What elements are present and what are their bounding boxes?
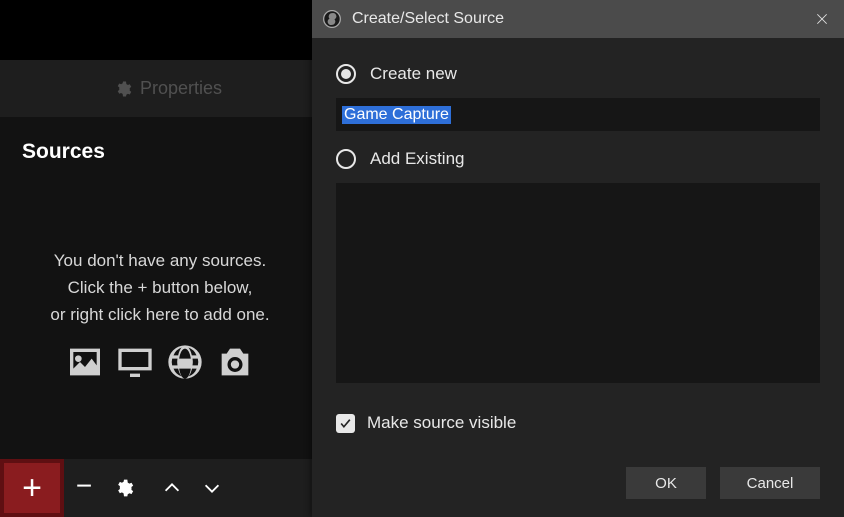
camera-icon	[213, 342, 257, 382]
radio-icon	[336, 149, 356, 169]
cancel-button[interactable]: Cancel	[720, 467, 820, 499]
radio-icon	[336, 64, 356, 84]
make-visible-checkbox[interactable]: Make source visible	[336, 413, 820, 433]
create-select-source-dialog: Create/Select Source Create new Game Cap…	[312, 0, 844, 517]
close-button[interactable]	[800, 0, 844, 38]
source-name-value: Game Capture	[342, 106, 451, 124]
properties-label: Properties	[140, 78, 222, 99]
remove-source-button[interactable]: −	[64, 459, 104, 517]
dialog-titlebar: Create/Select Source	[312, 0, 844, 38]
add-source-button[interactable]: +	[0, 459, 64, 517]
monitor-icon	[113, 342, 157, 382]
chevron-up-icon	[161, 477, 183, 499]
create-new-radio[interactable]: Create new	[336, 64, 820, 84]
source-name-input[interactable]: Game Capture	[336, 98, 820, 131]
sources-title: Sources	[22, 140, 105, 164]
add-existing-radio[interactable]: Add Existing	[336, 149, 820, 169]
gear-icon	[114, 478, 134, 498]
empty-line: Click the + button below,	[0, 274, 320, 301]
existing-sources-list[interactable]	[336, 183, 820, 383]
gear-icon	[114, 80, 132, 98]
close-icon	[815, 12, 829, 26]
ok-button[interactable]: OK	[626, 467, 706, 499]
create-new-label: Create new	[370, 64, 457, 84]
obs-icon	[322, 9, 342, 29]
dialog-title: Create/Select Source	[352, 10, 504, 28]
source-settings-button[interactable]	[104, 459, 144, 517]
add-existing-label: Add Existing	[370, 149, 465, 169]
checkbox-icon	[336, 414, 355, 433]
chevron-down-icon	[201, 477, 223, 499]
make-visible-label: Make source visible	[367, 413, 516, 433]
empty-line: You don't have any sources.	[0, 247, 320, 274]
move-down-button[interactable]	[192, 459, 232, 517]
sources-empty-state: You don't have any sources. Click the + …	[0, 247, 320, 382]
empty-line: or right click here to add one.	[0, 301, 320, 328]
globe-icon	[163, 342, 207, 382]
image-icon	[63, 342, 107, 382]
properties-button[interactable]: Properties	[114, 78, 222, 99]
move-up-button[interactable]	[152, 459, 192, 517]
sources-panel[interactable]: Sources You don't have any sources. Clic…	[0, 117, 320, 459]
